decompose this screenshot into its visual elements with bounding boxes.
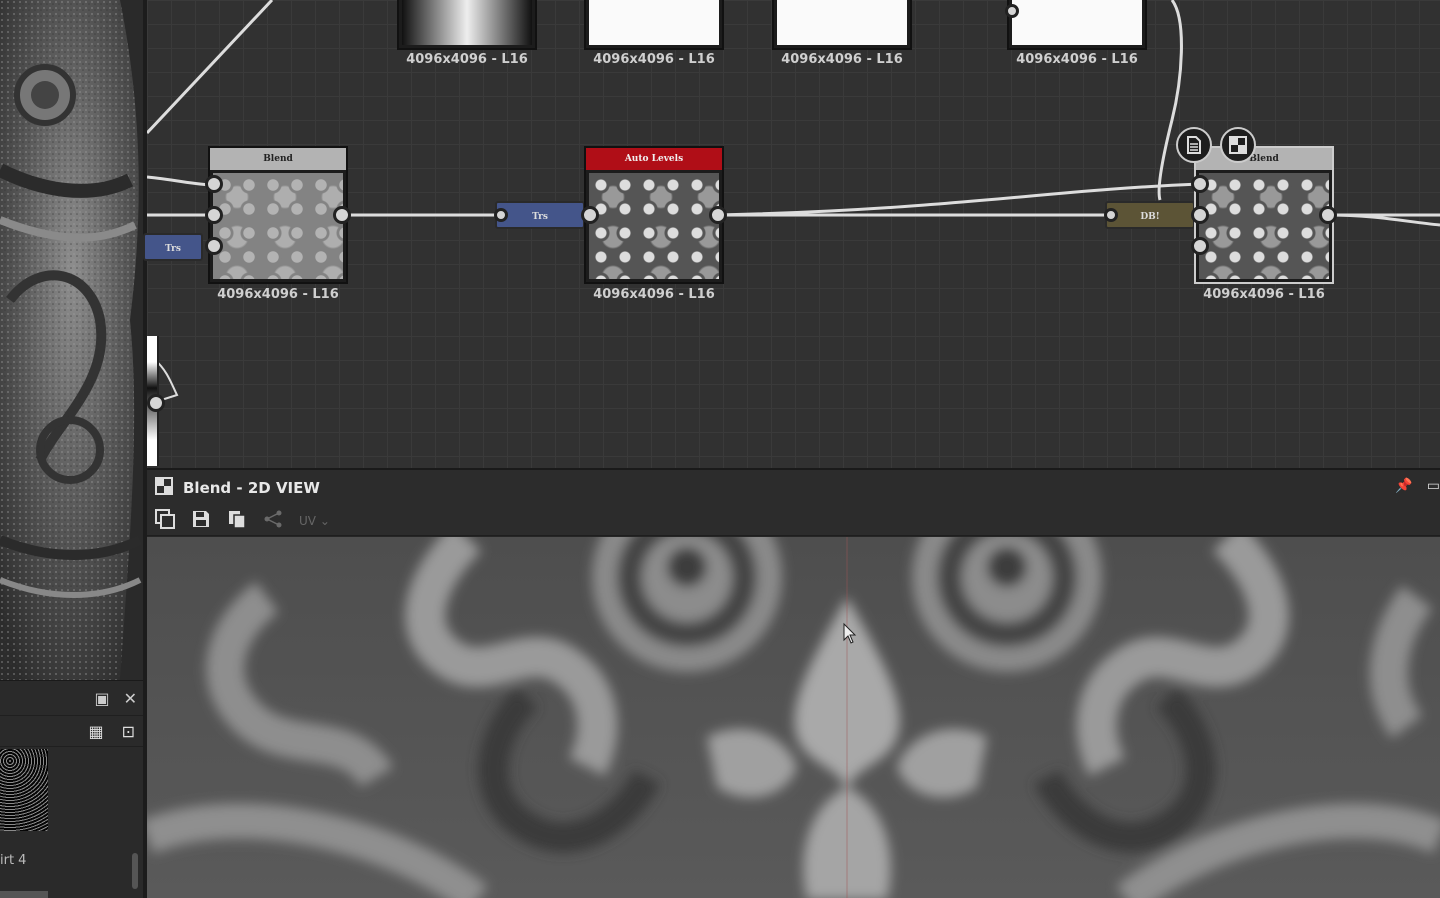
library-toolbar: ▦ ⊡ bbox=[0, 715, 145, 747]
view-2d-title: Blend - 2D VIEW bbox=[183, 479, 320, 497]
view-2d-toolbar: UV ⌄ bbox=[147, 506, 1440, 536]
graph-node-transform[interactable]: Trs bbox=[143, 233, 203, 261]
export-icon[interactable] bbox=[155, 508, 175, 533]
chevron-down-icon: ⌄ bbox=[319, 513, 330, 528]
library-panel: ▣ ✕ ▦ ⊡ irt 4 bbox=[0, 680, 145, 898]
save-icon[interactable] bbox=[191, 509, 211, 533]
node-output-socket[interactable] bbox=[333, 206, 351, 224]
graph-node-uniform[interactable] bbox=[772, 0, 912, 50]
graph-node-transform[interactable]: Trs bbox=[495, 201, 585, 229]
node-input-socket[interactable] bbox=[1005, 4, 1019, 18]
node-title: Blend bbox=[1196, 148, 1332, 170]
ornament-heightmap-preview bbox=[147, 537, 1440, 898]
maximize-icon[interactable]: ▭ bbox=[1427, 478, 1440, 494]
library-header: ▣ ✕ bbox=[0, 681, 145, 715]
node-document-icon[interactable] bbox=[1176, 127, 1212, 163]
node-input-socket[interactable] bbox=[205, 206, 223, 224]
graph-node-auto-levels[interactable]: Auto Levels bbox=[584, 146, 724, 284]
2d-view-icon bbox=[155, 477, 173, 499]
node-input-socket[interactable] bbox=[581, 206, 599, 224]
node-resolution-label: 4096x4096 - L16 bbox=[406, 52, 528, 67]
node-input-socket[interactable] bbox=[1104, 208, 1118, 222]
viewport-3d[interactable] bbox=[0, 0, 145, 680]
node-resolution-label: 4096x4096 - L16 bbox=[1203, 287, 1325, 302]
node-resolution-label: 4096x4096 - L16 bbox=[217, 287, 339, 302]
graph-node-dot[interactable]: DB! bbox=[1105, 201, 1195, 229]
graph-node-blend-selected[interactable]: Blend bbox=[1194, 146, 1334, 284]
node-resolution-label: 4096x4096 - L16 bbox=[593, 287, 715, 302]
library-scrollbar[interactable] bbox=[132, 853, 138, 889]
node-input-socket[interactable] bbox=[1191, 237, 1209, 255]
node-2d-view-icon[interactable] bbox=[1220, 127, 1256, 163]
node-input-socket[interactable] bbox=[205, 237, 223, 255]
library-item-label[interactable]: irt 4 bbox=[0, 853, 26, 868]
maximize-icon[interactable]: ▣ bbox=[94, 689, 109, 708]
close-icon[interactable]: ✕ bbox=[124, 689, 137, 708]
node-input-socket[interactable] bbox=[494, 208, 508, 222]
graph-node-uniform[interactable] bbox=[1007, 0, 1147, 50]
node-output-socket[interactable] bbox=[709, 206, 727, 224]
view-2d-panel: Blend - 2D VIEW 📌 ▭ UV ⌄ bbox=[147, 468, 1440, 898]
node-resolution-label: 4096x4096 - L16 bbox=[593, 52, 715, 67]
node-output-socket[interactable] bbox=[147, 394, 165, 412]
node-input-socket[interactable] bbox=[1191, 175, 1209, 193]
uv-dropdown[interactable]: UV ⌄ bbox=[299, 514, 330, 528]
graph-node-blend[interactable]: Blend bbox=[208, 146, 348, 284]
node-resolution-label: 4096x4096 - L16 bbox=[1016, 52, 1138, 67]
view-2d-canvas[interactable] bbox=[147, 537, 1440, 898]
node-input-socket[interactable] bbox=[1191, 206, 1209, 224]
node-output-socket[interactable] bbox=[1319, 206, 1337, 224]
view-2d-header: Blend - 2D VIEW 📌 ▭ bbox=[147, 470, 1440, 506]
graph-node-gradient[interactable] bbox=[397, 0, 537, 50]
graph-editor[interactable]: 4096x4096 - L16 4096x4096 - L16 4096x409… bbox=[143, 0, 1440, 468]
share-icon[interactable] bbox=[263, 509, 283, 533]
graph-node-uniform[interactable] bbox=[584, 0, 724, 50]
substance-designer-window: ▣ ✕ ▦ ⊡ irt 4 4096x4096 - L16 4096x4096 … bbox=[0, 0, 1440, 898]
node-title: Auto Levels bbox=[586, 148, 722, 170]
library-thumbnail[interactable] bbox=[0, 891, 48, 898]
node-resolution-label: 4096x4096 - L16 bbox=[781, 52, 903, 67]
copy-icon[interactable] bbox=[227, 509, 247, 533]
node-input-socket[interactable] bbox=[205, 175, 223, 193]
display-mode-icon[interactable]: ⊡ bbox=[122, 722, 135, 741]
grid-view-icon[interactable]: ▦ bbox=[88, 722, 103, 741]
carved-column-render bbox=[0, 0, 145, 680]
pin-icon[interactable]: 📌 bbox=[1395, 478, 1412, 494]
node-title: Blend bbox=[210, 148, 346, 170]
library-thumbnail[interactable] bbox=[0, 749, 48, 831]
